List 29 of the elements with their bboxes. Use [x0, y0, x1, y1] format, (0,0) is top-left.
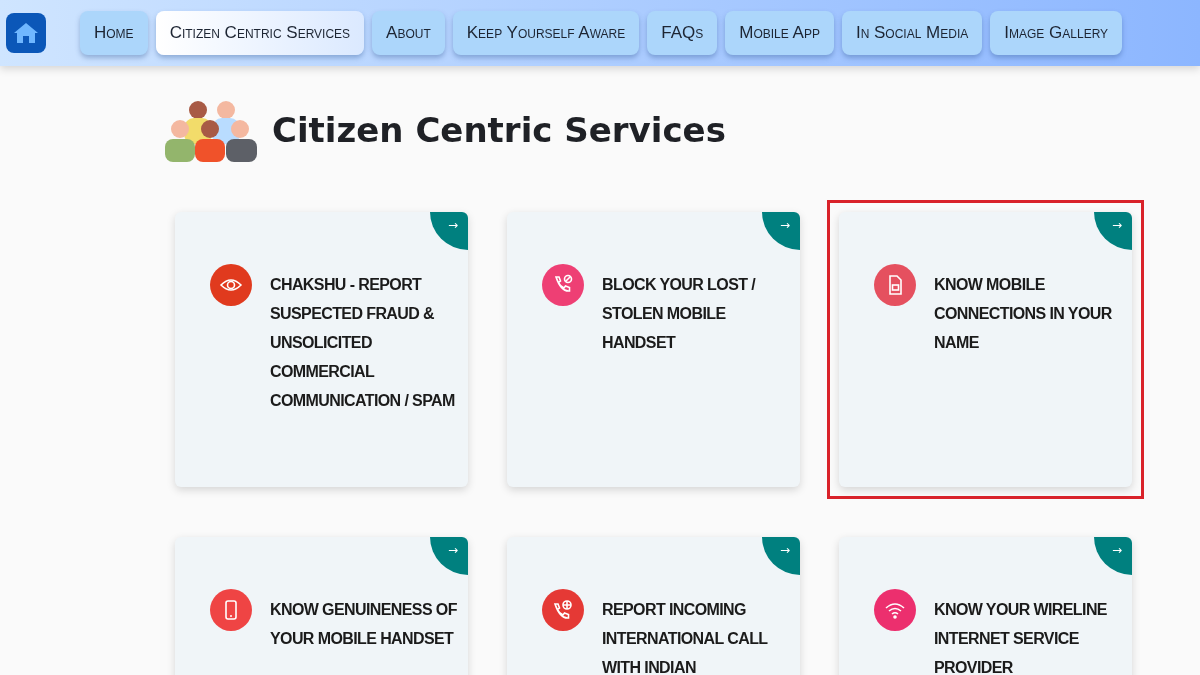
nav-tab[interactable]: Mobile App — [725, 11, 834, 55]
service-title: CHAKSHU - REPORT SUSPECTED FRAUD & UNSOLICITED COMMERCIAL COMMUNICATION / SPAM — [270, 275, 456, 411]
service-title: KNOW GENUINENESS OF YOUR MOBILE HANDSET — [270, 600, 458, 649]
nav-tab[interactable]: FAQs — [647, 11, 718, 55]
arrow-link[interactable]: → — [762, 537, 800, 575]
service-card[interactable]: → BLOCK YOUR LOST / STOLEN MOBILE HANDSET — [507, 212, 800, 487]
service-card[interactable]: → CHAKSHU - REPORT SUSPECTED FRAUD & UNSOLICITED COMMERCIAL COMMUNICATION / SPAM — [175, 212, 468, 487]
arrow-link[interactable]: → — [1094, 537, 1132, 575]
arrow-link[interactable]: → — [430, 212, 468, 250]
nav-tab[interactable]: Keep Yourself Aware — [452, 11, 640, 55]
nav-tab[interactable]: Citizen Centric Services — [155, 11, 365, 55]
service-title: KNOW YOUR WIRELINE INTERNET SERVICE PROVIDER — [934, 600, 1108, 675]
service-title: REPORT INCOMING INTERNATIONAL CALL WITH INDIAN — [602, 600, 769, 675]
arrow-link[interactable]: → — [430, 537, 468, 575]
service-card[interactable]: → KNOW YOUR WIRELINE INTERNET SERVICE PROVIDER — [839, 537, 1132, 675]
people-group-icon — [164, 98, 258, 162]
home-icon[interactable] — [6, 13, 46, 53]
arrow-link[interactable]: → — [762, 212, 800, 250]
service-card[interactable]: → KNOW MOBILE CONNECTIONS IN YOUR NAME — [839, 212, 1132, 487]
service-title: BLOCK YOUR LOST / STOLEN MOBILE HANDSET — [602, 275, 757, 353]
nav-tab[interactable]: About — [372, 11, 445, 55]
arrow-link[interactable]: → — [1094, 212, 1132, 250]
nav-tab[interactable]: In Social Media — [841, 11, 983, 55]
page-title: Citizen Centric Services — [272, 110, 726, 150]
service-card[interactable]: → REPORT INCOMING INTERNATIONAL CALL WITH INDIAN — [507, 537, 800, 675]
service-card[interactable]: → KNOW GENUINENESS OF YOUR MOBILE HANDSET — [175, 537, 468, 675]
nav-tab[interactable]: Image Gallery — [990, 11, 1123, 55]
nav-tab[interactable]: Home — [80, 11, 148, 55]
service-title: KNOW MOBILE CONNECTIONS IN YOUR NAME — [934, 275, 1113, 353]
